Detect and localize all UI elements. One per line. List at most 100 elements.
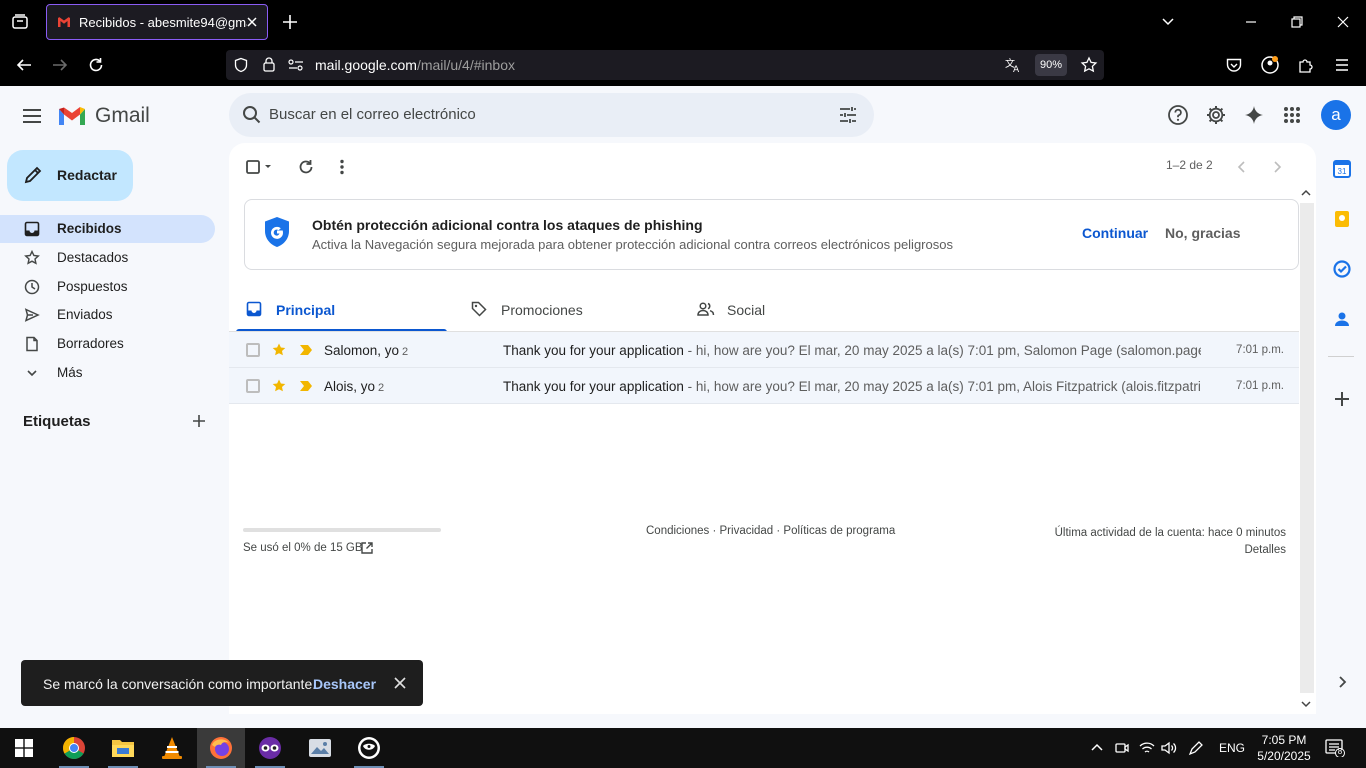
chrome-icon[interactable] xyxy=(50,728,98,768)
nav-item-drafts[interactable]: Borradores xyxy=(0,330,215,358)
email-checkbox[interactable] xyxy=(246,343,260,357)
apps-grid-icon[interactable] xyxy=(1280,103,1304,127)
nav-label: Borradores xyxy=(57,336,124,351)
undo-button[interactable]: Deshacer xyxy=(313,676,376,692)
email-checkbox[interactable] xyxy=(246,379,260,393)
help-icon[interactable] xyxy=(1166,103,1190,127)
important-marker-icon[interactable] xyxy=(299,344,313,356)
mask-app-icon[interactable] xyxy=(246,728,294,768)
chevron-down-icon xyxy=(27,370,37,377)
nav-item-starred[interactable]: Destacados xyxy=(0,244,215,272)
volume-icon[interactable] xyxy=(1160,739,1178,757)
hamburger-menu-icon[interactable] xyxy=(1329,52,1355,78)
list-all-tabs-icon[interactable] xyxy=(1156,10,1180,34)
star-icon[interactable] xyxy=(271,342,287,358)
important-marker-icon[interactable] xyxy=(299,380,313,392)
minimize-icon[interactable] xyxy=(1239,10,1263,34)
pen-icon[interactable] xyxy=(1187,739,1205,757)
extensions-icon[interactable] xyxy=(1293,52,1319,78)
gmail-logo-text[interactable]: Gmail xyxy=(95,104,150,128)
open-external-icon[interactable] xyxy=(360,541,374,555)
add-label-icon[interactable] xyxy=(190,412,208,430)
settings-gear-icon[interactable] xyxy=(1204,103,1228,127)
search-input[interactable]: Buscar en el correo electrónico xyxy=(269,106,476,123)
search-options-icon[interactable] xyxy=(837,104,859,126)
keep-icon[interactable] xyxy=(1332,209,1352,229)
file-explorer-icon[interactable] xyxy=(99,728,147,768)
tab-promociones[interactable]: Promociones xyxy=(461,288,672,332)
address-bar[interactable]: mail.google.com/mail/u/4/#inbox 文A xyxy=(226,50,1104,80)
image-viewer-icon[interactable] xyxy=(296,728,344,768)
language-indicator[interactable]: ENG xyxy=(1219,741,1245,755)
meet-now-icon[interactable] xyxy=(1113,739,1131,757)
nav-label: Destacados xyxy=(57,250,129,265)
email-row[interactable]: Alois, yo 2 Thank you for your applicatio… xyxy=(229,368,1299,404)
forward-arrow-icon[interactable] xyxy=(47,52,73,78)
details-link[interactable]: Detalles xyxy=(1055,542,1286,559)
browser-tab-bar: Recibidos - abesmite94@gmail.com - Gmail xyxy=(0,0,1366,44)
notifications-icon[interactable]: 8 xyxy=(1325,739,1345,757)
continue-button[interactable]: Continuar xyxy=(1082,225,1148,241)
vlc-icon[interactable] xyxy=(148,728,196,768)
star-icon[interactable] xyxy=(271,378,287,394)
banner-title: Obtén protección adicional contra los at… xyxy=(312,217,703,233)
contacts-icon[interactable] xyxy=(1332,309,1352,329)
close-window-icon[interactable] xyxy=(1331,10,1355,34)
nav-item-snoozed[interactable]: Pospuestos xyxy=(0,273,215,301)
scroll-up-icon[interactable] xyxy=(1300,187,1312,199)
zoom-indicator[interactable]: 90% xyxy=(1035,54,1067,76)
compose-button[interactable]: Redactar xyxy=(7,150,133,201)
tray-expand-icon[interactable] xyxy=(1088,739,1106,757)
email-row[interactable]: Salomon, yo 2 Thank you for your applicat… xyxy=(229,332,1299,368)
account-avatar[interactable]: a xyxy=(1321,100,1351,130)
tasks-icon[interactable] xyxy=(1332,259,1352,279)
wifi-icon[interactable] xyxy=(1138,739,1156,757)
windows-start-icon[interactable] xyxy=(0,728,48,768)
close-icon[interactable] xyxy=(393,676,407,690)
prev-page-icon[interactable] xyxy=(1232,157,1252,177)
nav-item-more[interactable]: Más xyxy=(0,359,215,387)
search-icon[interactable] xyxy=(241,104,263,126)
people-icon xyxy=(697,302,715,316)
clock[interactable]: 7:05 PM 5/20/2025 xyxy=(1256,732,1312,764)
shield-tracking-icon[interactable] xyxy=(233,57,249,73)
nav-item-inbox[interactable]: Recibidos xyxy=(0,215,215,243)
footer-links[interactable]: Condiciones · Privacidad · Políticas de … xyxy=(646,525,895,537)
scrollbar-track[interactable] xyxy=(1300,203,1314,693)
email-sender: Salomon, yo 2 xyxy=(324,343,409,358)
no-thanks-button[interactable]: No, gracias xyxy=(1165,225,1240,241)
snipping-app-icon[interactable] xyxy=(345,728,393,768)
email-time: 7:01 p.m. xyxy=(1236,344,1284,356)
bookmark-star-icon[interactable] xyxy=(1080,56,1098,74)
gemini-sparkle-icon[interactable] xyxy=(1242,103,1266,127)
account-icon[interactable] xyxy=(1257,52,1283,78)
scroll-down-icon[interactable] xyxy=(1300,698,1312,710)
select-all-checkbox[interactable] xyxy=(243,157,275,177)
pocket-icon[interactable] xyxy=(1221,52,1247,78)
next-page-icon[interactable] xyxy=(1267,157,1287,177)
lock-icon[interactable] xyxy=(261,56,277,73)
firefox-icon[interactable] xyxy=(197,728,245,768)
main-menu-icon[interactable] xyxy=(20,104,44,128)
reload-icon[interactable] xyxy=(83,52,109,78)
translate-icon[interactable]: 文A xyxy=(1004,56,1022,74)
expand-panel-icon[interactable] xyxy=(1332,672,1352,692)
tab-social[interactable]: Social xyxy=(687,288,898,332)
add-addon-icon[interactable] xyxy=(1332,389,1352,409)
tab-principal[interactable]: Principal xyxy=(236,288,447,332)
new-tab-button[interactable] xyxy=(278,10,302,34)
browser-tab-active[interactable]: Recibidos - abesmite94@gmail.com - Gmail xyxy=(46,4,268,40)
permissions-icon[interactable] xyxy=(288,58,304,72)
back-arrow-icon[interactable] xyxy=(11,52,37,78)
calendar-icon[interactable]: 31 xyxy=(1332,159,1352,179)
search-bar[interactable]: Buscar en el correo electrónico xyxy=(229,93,874,137)
nav-item-sent[interactable]: Enviados xyxy=(0,301,215,329)
clock-icon xyxy=(24,279,40,295)
tab-list-icon[interactable] xyxy=(6,8,34,36)
close-tab-icon[interactable] xyxy=(245,15,259,29)
restore-icon[interactable] xyxy=(1285,10,1309,34)
gmail-logo-icon[interactable] xyxy=(57,103,87,127)
refresh-icon[interactable] xyxy=(296,157,316,177)
google-shield-icon xyxy=(265,217,289,247)
more-options-icon[interactable] xyxy=(332,157,352,177)
